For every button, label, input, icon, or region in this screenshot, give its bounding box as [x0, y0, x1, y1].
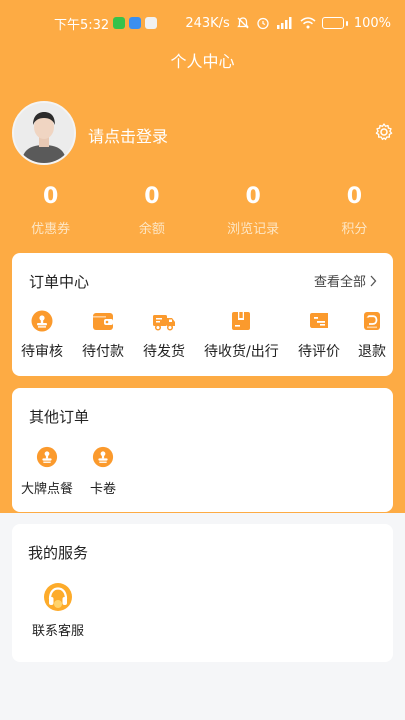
order-pending-receipt[interactable]: 待收货/出行 — [204, 309, 279, 361]
status-bar: 下午5:32 243K/s 100% — [0, 0, 405, 46]
alarm-icon — [257, 17, 269, 30]
package-icon — [232, 312, 251, 330]
order-pending-review[interactable]: 待审核 — [21, 309, 63, 361]
page-title: 个人中心 — [170, 52, 235, 71]
status-left: 下午5:32 — [54, 14, 158, 33]
wallet-icon — [93, 313, 113, 330]
signal-icon — [276, 17, 292, 29]
stat-coupons[interactable]: 0 优惠券 — [0, 182, 101, 237]
order-item-label: 退款 — [358, 344, 386, 360]
login-prompt[interactable]: 请点击登录 — [88, 123, 168, 147]
order-center-card: 订单中心 查看全部 待审核 待付款 待发货 待收货/出行 待评价 退款 — [12, 253, 393, 376]
my-services-card: 我的服务 联系客服 — [12, 524, 393, 662]
wechat-notification-icon — [113, 17, 126, 29]
other-orders-title: 其他订单 — [29, 408, 90, 426]
order-pending-payment[interactable]: 待付款 — [82, 309, 124, 361]
view-all-label: 查看全部 — [313, 275, 366, 290]
order-refund[interactable]: 退款 — [358, 309, 386, 361]
battery-icon — [321, 17, 348, 29]
truck-icon — [153, 315, 175, 331]
stat-label: 余额 — [138, 222, 165, 237]
review-card-icon — [310, 313, 328, 328]
service-contact-support[interactable]: 联系客服 — [32, 582, 84, 639]
other-order-cards[interactable]: 卡卷 — [90, 446, 116, 497]
stat-value: 0 — [144, 184, 160, 209]
other-order-label: 卡卷 — [90, 482, 117, 497]
stamp-icon — [36, 446, 58, 468]
other-orders-card: 其他订单 大牌点餐 卡卷 — [12, 388, 393, 512]
order-center-title: 订单中心 — [29, 273, 90, 291]
battery-percent: 100% — [353, 15, 391, 31]
stamp-icon — [92, 446, 114, 468]
order-item-label: 待审核 — [21, 344, 63, 360]
stat-points[interactable]: 0 积分 — [304, 182, 405, 237]
mute-bell-icon — [237, 17, 249, 29]
refund-icon — [364, 312, 380, 330]
headset-icon — [44, 583, 72, 611]
stat-value: 0 — [346, 184, 363, 209]
stat-browse-history[interactable]: 0 浏览记录 — [203, 182, 304, 237]
view-all-orders-link[interactable]: 查看全部 — [314, 271, 377, 290]
avatar[interactable] — [12, 101, 76, 165]
order-pending-review-rating[interactable]: 待评价 — [298, 309, 340, 361]
stat-label: 积分 — [341, 222, 368, 237]
order-item-label: 待收货/出行 — [204, 344, 279, 360]
status-right: 243K/s 100% — [185, 16, 391, 31]
order-item-label: 待发货 — [143, 344, 185, 360]
other-order-label: 大牌点餐 — [21, 482, 74, 497]
chevron-right-icon — [370, 275, 377, 286]
stat-value: 0 — [42, 184, 59, 209]
network-speed: 243K/s — [185, 15, 230, 31]
gallery-notification-icon — [145, 17, 158, 29]
pending-review-icon — [31, 310, 53, 332]
default-avatar-icon — [14, 103, 74, 163]
status-time: 下午5:32 — [54, 17, 110, 33]
order-item-label: 待付款 — [82, 344, 124, 360]
service-label: 联系客服 — [32, 624, 85, 639]
other-order-brand-dining[interactable]: 大牌点餐 — [21, 446, 73, 497]
stat-balance[interactable]: 0 余额 — [101, 182, 202, 237]
app-notification-icon — [129, 17, 142, 29]
wifi-icon — [300, 17, 316, 29]
stat-value: 0 — [245, 184, 261, 209]
order-item-label: 待评价 — [298, 344, 340, 360]
settings-gear-icon[interactable] — [374, 122, 394, 142]
my-services-title: 我的服务 — [28, 544, 89, 562]
stat-label: 浏览记录 — [227, 222, 280, 237]
order-pending-shipment[interactable]: 待发货 — [143, 309, 185, 361]
account-stats: 0 优惠券 0 余额 0 浏览记录 0 积分 — [0, 182, 405, 237]
stat-label: 优惠券 — [31, 222, 71, 237]
